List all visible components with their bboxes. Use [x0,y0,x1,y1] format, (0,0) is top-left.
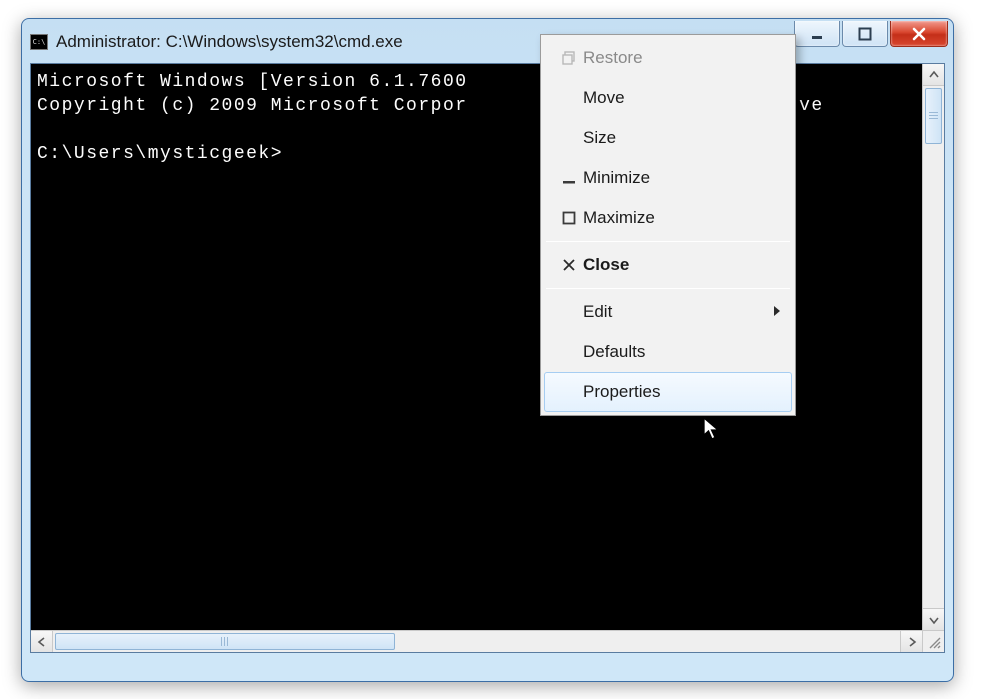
vertical-scrollbar[interactable] [922,64,944,630]
minimize-icon [810,27,824,41]
close-button[interactable] [890,21,948,47]
minimize-button[interactable] [794,21,840,47]
menu-item-edit[interactable]: Edit [544,292,792,332]
menu-item-restore: Restore [544,38,792,78]
cmd-icon[interactable]: C:\ [30,34,48,50]
scroll-left-button[interactable] [31,631,53,652]
horizontal-scroll-thumb[interactable] [55,633,395,650]
menu-label-move: Move [583,88,625,108]
console-line-2-left: Copyright (c) 2009 Microsoft Corpor [37,96,468,116]
caption-buttons [794,21,948,47]
menu-label-maximize: Maximize [583,208,655,228]
menu-item-close[interactable]: Close [544,245,792,285]
size-grip[interactable] [922,630,944,652]
chevron-up-icon [929,70,939,80]
menu-label-close: Close [583,255,629,275]
vertical-scroll-thumb[interactable] [925,88,942,144]
menu-separator [546,288,790,289]
menu-item-properties[interactable]: Properties [544,372,792,412]
scroll-up-button[interactable] [923,64,944,86]
scroll-down-button[interactable] [923,608,944,630]
window-frame: C:\ Administrator: C:\Windows\system32\c… [21,18,954,682]
menu-item-maximize[interactable]: Maximize [544,198,792,238]
menu-label-restore: Restore [583,48,643,68]
maximize-icon [555,211,583,225]
size-grip-icon [928,636,942,650]
menu-label-edit: Edit [583,302,612,322]
menu-label-defaults: Defaults [583,342,645,362]
scroll-right-button[interactable] [900,631,922,652]
minimize-icon [555,171,583,185]
menu-label-minimize: Minimize [583,168,650,188]
menu-label-properties: Properties [583,382,660,402]
chevron-left-icon [37,637,47,647]
menu-item-minimize[interactable]: Minimize [544,158,792,198]
horizontal-scrollbar[interactable] [31,630,922,652]
menu-item-move[interactable]: Move [544,78,792,118]
console-client-area: Microsoft Windows [Version 6.1.7600 Copy… [30,63,945,653]
titlebar[interactable]: C:\ Administrator: C:\Windows\system32\c… [30,27,945,57]
menu-item-defaults[interactable]: Defaults [544,332,792,372]
menu-separator [546,241,790,242]
submenu-arrow-icon [773,302,781,322]
close-icon [555,259,583,271]
menu-label-size: Size [583,128,616,148]
chevron-right-icon [907,637,917,647]
console-line-1: Microsoft Windows [Version 6.1.7600 [37,72,468,92]
window-title: Administrator: C:\Windows\system32\cmd.e… [56,32,403,52]
menu-item-size[interactable]: Size [544,118,792,158]
close-icon [911,27,927,41]
chevron-down-icon [929,615,939,625]
maximize-icon [858,27,872,41]
system-menu: Restore Move Size Minimize Maximize Clos… [540,34,796,416]
console-prompt: C:\Users\mysticgeek> [37,144,283,164]
maximize-button[interactable] [842,21,888,47]
restore-icon [555,51,583,65]
